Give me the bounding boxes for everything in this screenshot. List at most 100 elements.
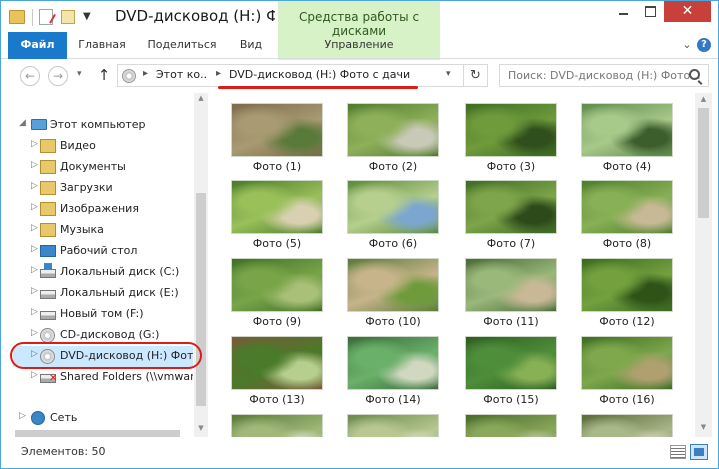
- breadcrumb-dvd-drive[interactable]: DVD-дисковод (H:) Фото с дачи: [229, 68, 410, 81]
- system-drive-icon: [40, 263, 56, 278]
- sidebar-item-label: Рабочий стол: [60, 244, 138, 257]
- scroll-down-icon[interactable]: ▼: [695, 423, 712, 435]
- drive-icon: [40, 290, 56, 299]
- file-thumbnail[interactable]: Фото (20): [581, 414, 673, 437]
- scroll-up-icon[interactable]: ▲: [695, 95, 712, 107]
- sidebar-item-drive-e[interactable]: ▷ Локальный диск (E:): [1, 283, 193, 304]
- file-name: Фото (3): [486, 160, 536, 173]
- photo-preview: [231, 258, 323, 312]
- customize-toolbar-chevron-down-icon[interactable]: ▼: [83, 11, 93, 29]
- tab-file[interactable]: Файл: [8, 32, 67, 59]
- dvd-disc-icon: [122, 69, 136, 83]
- file-name: Фото (7): [486, 237, 536, 250]
- sidebar-item-desktop[interactable]: ▷ Рабочий стол: [1, 241, 193, 262]
- photo-preview: [465, 103, 557, 157]
- sidebar-item-network[interactable]: ▷ Сеть: [1, 408, 193, 429]
- help-icon[interactable]: ?: [697, 38, 711, 52]
- file-thumbnail[interactable]: Фото (4): [581, 103, 673, 173]
- file-thumbnail[interactable]: Фото (2): [347, 103, 439, 173]
- sidebar-item-drive-c[interactable]: ▷ Локальный диск (C:): [1, 262, 193, 283]
- sidebar-scroll-thumb[interactable]: [196, 193, 206, 406]
- cd-drive-icon: [40, 328, 55, 343]
- sidebar-item-music[interactable]: ▷ Музыка: [1, 220, 193, 241]
- file-thumbnail[interactable]: Фото (18): [347, 414, 439, 437]
- file-name: Фото (8): [602, 237, 652, 250]
- file-thumbnail[interactable]: Фото (11): [465, 258, 557, 328]
- window-title: DVD-дисковод (H:) Фото с дачи: [115, 7, 275, 25]
- file-name: Фото (11): [483, 315, 539, 328]
- photo-preview: [347, 414, 439, 437]
- file-name: Фото (13): [249, 393, 305, 406]
- file-thumbnail[interactable]: Фото (17): [231, 414, 323, 437]
- breadcrumb-this-pc[interactable]: Этот ко...: [156, 68, 206, 81]
- search-input[interactable]: Поиск: DVD-дисковод (H:) Фото...: [508, 69, 701, 82]
- desktop-icon: [40, 245, 56, 257]
- file-thumbnail[interactable]: Фото (9): [231, 258, 323, 328]
- file-thumbnail[interactable]: Фото (8): [581, 180, 673, 250]
- sidebar-scrollbar[interactable]: ▲ ▼: [194, 93, 208, 437]
- sidebar-horizontal-scrollbar[interactable]: [1, 430, 208, 438]
- new-folder-icon[interactable]: [61, 10, 75, 24]
- tab-manage[interactable]: Управление: [278, 32, 440, 59]
- properties-icon[interactable]: [39, 9, 53, 25]
- file-thumbnail[interactable]: Фото (3): [465, 103, 557, 173]
- computer-icon: [31, 119, 47, 130]
- recent-locations-chevron-down-icon[interactable]: ▾: [77, 69, 82, 79]
- file-thumbnail[interactable]: Фото (1): [231, 103, 323, 173]
- sidebar-item-label: Музыка: [60, 223, 104, 236]
- sidebar-item-shared-folders[interactable]: ▷ Shared Folders (\\vmware-host): [1, 367, 193, 388]
- content-scroll-thumb[interactable]: [698, 108, 709, 218]
- tab-home[interactable]: Главная: [67, 32, 137, 59]
- back-button[interactable]: ←: [20, 66, 40, 86]
- expanded-triangle-icon[interactable]: ◢: [19, 118, 29, 128]
- file-thumbnail[interactable]: Фото (14): [347, 336, 439, 406]
- minimize-button[interactable]: [610, 1, 637, 22]
- sidebar-horizontal-scroll-thumb[interactable]: [15, 430, 180, 437]
- chevron-right-icon[interactable]: ▷: [19, 411, 29, 421]
- photo-preview: [231, 414, 323, 437]
- sidebar-item-this-pc[interactable]: ◢ Этот компьютер: [1, 115, 193, 136]
- address-history-chevron-down-icon[interactable]: ▾: [446, 69, 451, 79]
- file-thumbnail[interactable]: Фото (16): [581, 336, 673, 406]
- items-count: Элементов: 50: [21, 445, 106, 458]
- maximize-button[interactable]: [637, 1, 664, 22]
- forward-button[interactable]: →: [48, 66, 68, 86]
- file-thumbnail[interactable]: Фото (19): [465, 414, 557, 437]
- file-thumbnail[interactable]: Фото (12): [581, 258, 673, 328]
- expand-ribbon-chevron-down-icon[interactable]: ⌄: [680, 38, 694, 52]
- details-view-icon[interactable]: [670, 445, 686, 459]
- file-thumbnail[interactable]: Фото (5): [231, 180, 323, 250]
- file-name: Фото (2): [368, 160, 418, 173]
- tab-share[interactable]: Поделиться: [137, 32, 227, 59]
- close-button[interactable]: ✕: [664, 1, 711, 22]
- file-thumbnail[interactable]: Фото (6): [347, 180, 439, 250]
- sidebar-item-downloads[interactable]: ▷ Загрузки: [1, 178, 193, 199]
- search-box[interactable]: Поиск: DVD-дисковод (H:) Фото...: [499, 64, 709, 87]
- sidebar-item-drive-f[interactable]: ▷ Новый том (F:): [1, 304, 193, 325]
- file-thumbnail[interactable]: Фото (10): [347, 258, 439, 328]
- folder-icon: [9, 10, 25, 24]
- photo-preview: [231, 180, 323, 234]
- large-icons-view-icon[interactable]: [690, 444, 708, 460]
- content-scrollbar[interactable]: ▲ ▼: [695, 93, 712, 437]
- refresh-button[interactable]: ↻: [463, 65, 487, 86]
- sidebar-item-pictures[interactable]: ▷ Изображения: [1, 199, 193, 220]
- file-thumbnail[interactable]: Фото (7): [465, 180, 557, 250]
- photo-preview: [581, 258, 673, 312]
- sidebar-item-documents[interactable]: ▷ Документы: [1, 157, 193, 178]
- sidebar-item-label: Изображения: [60, 202, 139, 215]
- photo-preview: [231, 103, 323, 157]
- sidebar-item-video[interactable]: ▷ Видео: [1, 136, 193, 157]
- breadcrumb-chevron-right-icon[interactable]: ▸: [143, 68, 148, 79]
- address-bar[interactable]: ▸ Этот ко... ▸ DVD-дисковод (H:) Фото с …: [117, 64, 488, 87]
- breadcrumb-chevron-right-icon[interactable]: ▸: [216, 68, 221, 79]
- toolbar-separator: [32, 9, 33, 26]
- tab-view[interactable]: Вид: [227, 32, 275, 59]
- up-button[interactable]: ↑: [97, 66, 111, 86]
- file-thumbnail[interactable]: Фото (15): [465, 336, 557, 406]
- music-folder-icon: [40, 223, 56, 237]
- file-thumbnail[interactable]: Фото (13): [231, 336, 323, 406]
- file-name: Фото (16): [599, 393, 655, 406]
- scroll-up-icon[interactable]: ▲: [194, 94, 208, 106]
- file-name: Фото (1): [252, 160, 302, 173]
